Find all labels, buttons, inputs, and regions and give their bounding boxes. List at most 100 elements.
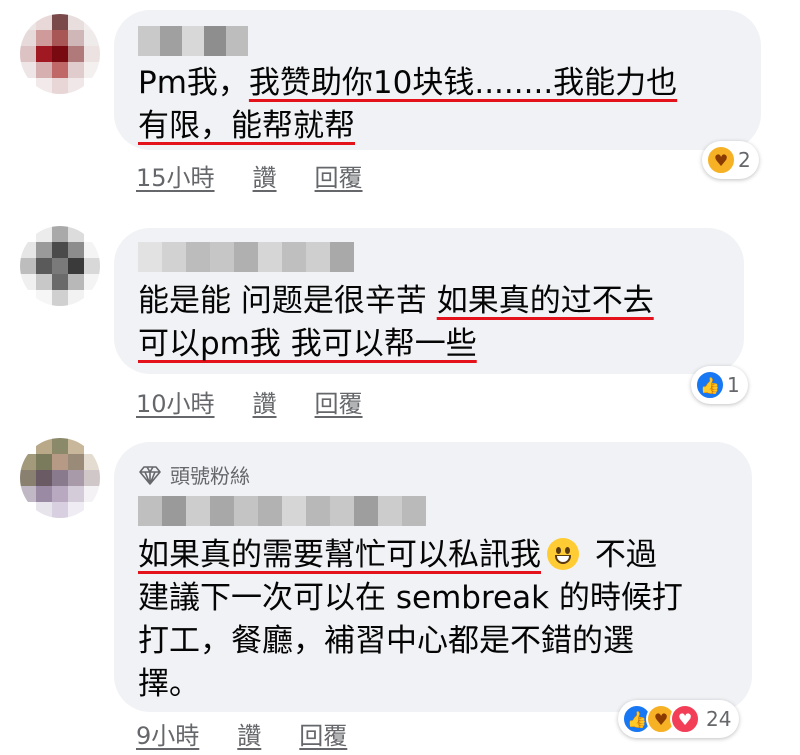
care-icon: ♥ xyxy=(706,145,736,175)
avatar-pixel xyxy=(20,46,36,62)
comment-text-underlined: 可以pm我 我可以帮一些 xyxy=(138,326,477,362)
avatar-pixel xyxy=(36,14,52,30)
avatar-pixel xyxy=(68,242,84,258)
timestamp-link[interactable]: 15小時 xyxy=(136,158,215,193)
reaction-summary[interactable]: 👍 1 xyxy=(691,366,748,404)
avatar-pixel xyxy=(68,46,84,62)
avatar[interactable] xyxy=(20,14,100,94)
avatar-pixel xyxy=(20,438,36,454)
comment-meta: 10小時 讚 回覆 xyxy=(136,384,363,419)
avatar-pixel xyxy=(84,290,100,306)
like-button[interactable]: 讚 xyxy=(253,158,277,193)
avatar-pixel xyxy=(52,274,68,290)
avatar-pixel xyxy=(36,242,52,258)
avatar-pixel xyxy=(36,438,52,454)
avatar-pixel xyxy=(36,30,52,46)
blurred-author-name[interactable] xyxy=(138,496,426,526)
avatar-pixel xyxy=(20,258,36,274)
avatar-pixel xyxy=(84,78,100,94)
reaction-summary[interactable]: 👍 ♥ ♥ 24 xyxy=(618,700,740,738)
reaction-summary[interactable]: ♥ 2 xyxy=(702,141,759,179)
love-icon: ♥ xyxy=(670,704,700,734)
comment-text-plain: 打工，餐廳，補習中心都是不錯的選 xyxy=(138,623,634,659)
avatar-pixel xyxy=(84,226,100,242)
reply-button[interactable]: 回覆 xyxy=(299,716,347,751)
avatar-pixel xyxy=(84,454,100,470)
avatar-pixel xyxy=(84,30,100,46)
avatar-pixel xyxy=(52,78,68,94)
comment-meta: 15小時 讚 回覆 xyxy=(136,158,363,193)
avatar-pixel xyxy=(84,486,100,502)
like-button[interactable]: 讚 xyxy=(237,716,261,751)
avatar-pixel xyxy=(52,438,68,454)
avatar-pixel xyxy=(68,258,84,274)
avatar-pixel xyxy=(68,274,84,290)
avatar[interactable] xyxy=(20,226,100,306)
comment-text-plain: 能是能 问题是很辛苦 xyxy=(138,283,437,319)
avatar-pixel xyxy=(20,62,36,78)
avatar-pixel xyxy=(20,486,36,502)
avatar-pixel xyxy=(68,78,84,94)
badge-label: 頭號粉絲 xyxy=(170,464,250,488)
avatar-pixel xyxy=(52,30,68,46)
comment-bubble: 能是能 问题是很辛苦 如果真的过不去 可以pm我 我可以帮一些 xyxy=(114,228,744,374)
like-icon: 👍 xyxy=(695,370,725,400)
avatar-pixel xyxy=(36,274,52,290)
reply-button[interactable]: 回覆 xyxy=(315,158,363,193)
avatar-pixel xyxy=(20,78,36,94)
comment-text: Pm我，我赞助你10块钱........我能力也 有限，能帮就帮 xyxy=(138,62,677,148)
avatar-pixel xyxy=(68,438,84,454)
avatar-pixel xyxy=(52,258,68,274)
comment-text: 能是能 问题是很辛苦 如果真的过不去 可以pm我 我可以帮一些 xyxy=(138,280,654,366)
avatar-pixel xyxy=(84,502,100,518)
diamond-icon xyxy=(139,465,161,485)
avatar-pixel xyxy=(36,78,52,94)
comment-text: 如果真的需要幫忙可以私訊我 不過 建議下一次可以在 sembreak 的時候打 … xyxy=(138,534,683,706)
avatar-pixel xyxy=(20,242,36,258)
avatar-pixel xyxy=(68,486,84,502)
timestamp-link[interactable]: 10小時 xyxy=(136,384,215,419)
avatar-pixel xyxy=(84,46,100,62)
avatar-pixel xyxy=(20,470,36,486)
avatar-pixel xyxy=(36,62,52,78)
avatar-pixel xyxy=(84,258,100,274)
blurred-author-name[interactable] xyxy=(138,242,354,272)
comment-text-plain: 不過 xyxy=(585,537,657,573)
comment-text-underlined: 我赞助你10块钱........我能力也 xyxy=(248,65,678,101)
reply-button[interactable]: 回覆 xyxy=(315,384,363,419)
comment-text-plain: 建議下一次可以在 sembreak 的時候打 xyxy=(138,580,683,616)
avatar-pixel xyxy=(36,226,52,242)
blurred-author-name[interactable] xyxy=(138,26,248,56)
avatar-pixel xyxy=(68,290,84,306)
comment-text-plain: 擇。 xyxy=(138,666,200,702)
comment-text-underlined: 如果真的过不去 xyxy=(436,283,654,319)
avatar-pixel xyxy=(36,46,52,62)
timestamp-link[interactable]: 9小時 xyxy=(136,716,199,751)
like-button[interactable]: 讚 xyxy=(253,384,277,419)
avatar-pixel xyxy=(52,226,68,242)
comment-bubble: 頭號粉絲 如果真的需要幫忙可以私訊我 不過 建議下一次可以在 sembreak … xyxy=(114,442,752,712)
avatar-pixel xyxy=(52,454,68,470)
avatar-pixel xyxy=(84,62,100,78)
comment-text-underlined: 有限，能帮就帮 xyxy=(138,108,355,144)
avatar-pixel xyxy=(20,226,36,242)
avatar-pixel xyxy=(52,242,68,258)
avatar-pixel xyxy=(36,486,52,502)
comment-text-underlined: 如果真的需要幫忙可以私訊我 xyxy=(138,537,541,573)
avatar-pixel xyxy=(68,14,84,30)
top-fan-badge: 頭號粉絲 xyxy=(138,460,250,489)
reaction-count: 24 xyxy=(706,707,732,731)
avatar-pixel xyxy=(20,274,36,290)
avatar-pixel xyxy=(52,62,68,78)
avatar-pixel xyxy=(20,290,36,306)
avatar-pixel xyxy=(68,62,84,78)
avatar-pixel xyxy=(36,290,52,306)
avatar[interactable] xyxy=(20,438,100,518)
reaction-count: 1 xyxy=(727,373,740,397)
avatar-pixel xyxy=(84,438,100,454)
avatar-pixel xyxy=(36,502,52,518)
avatar-pixel xyxy=(20,454,36,470)
avatar-pixel xyxy=(52,470,68,486)
avatar-pixel xyxy=(20,502,36,518)
avatar-pixel xyxy=(84,274,100,290)
